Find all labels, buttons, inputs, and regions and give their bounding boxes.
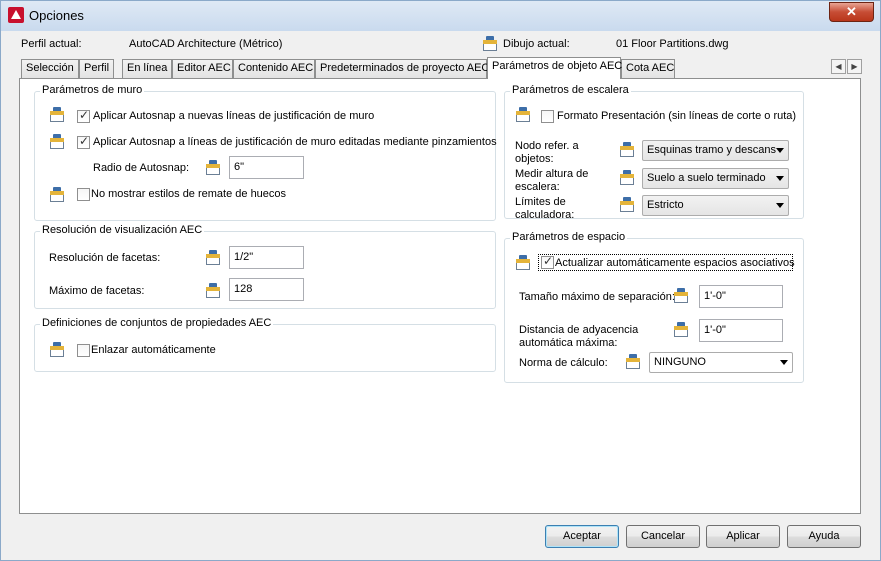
tab-perfil[interactable]: Perfil (79, 59, 114, 78)
space-group: Parámetros de espacio Actualizar automát… (504, 231, 804, 383)
property-sets-title: Definiciones de conjuntos de propiedades… (40, 317, 274, 329)
tab-predeterminados-proyecto[interactable]: Predeterminados de proyecto AEC (315, 59, 489, 78)
calculator-limits-value: Estricto (647, 199, 684, 211)
wall-group: Parámetros de muro Aplicar Autosnap a nu… (34, 84, 497, 221)
apply-button[interactable]: Aplicar (706, 525, 780, 548)
adjacency-distance-label: Distancia de adyacencia automática máxim… (519, 324, 639, 349)
tab-strip: Selección Perfil En línea Editor AEC Con… (9, 57, 873, 79)
display-resolution-title: Resolución de visualización AEC (40, 224, 205, 236)
chevron-down-icon (776, 203, 784, 208)
stair-height-value: Suelo a suelo terminado (647, 172, 766, 184)
auto-update-spaces-checkbox[interactable] (541, 254, 554, 269)
facet-resolution-field[interactable]: 1/2" (229, 246, 304, 269)
autosnap-new-label: Aplicar Autosnap a nuevas líneas de just… (93, 110, 375, 122)
tab-contenido-aec[interactable]: Contenido AEC (233, 59, 315, 78)
stair-height-label: Medir altura de escalera: (515, 168, 589, 193)
hide-opening-styles-label: No mostrar estilos de remate de huecos (91, 188, 287, 200)
display-resolution-group: Resolución de visualización AEC Resoluci… (34, 224, 496, 309)
profile-value: AutoCAD Architecture (Métrico) (129, 38, 283, 50)
presentation-format-checkbox[interactable] (541, 110, 554, 123)
autosnap-radius-label: Radio de Autosnap: (93, 162, 190, 174)
window-title: Opciones (29, 8, 84, 23)
space-group-title: Parámetros de espacio (510, 231, 628, 243)
calculator-limits-label: Límites de calculadora: (515, 196, 575, 221)
dialog-body: Perfil actual: AutoCAD Architecture (Mét… (9, 31, 873, 555)
drawing-setting-icon (619, 142, 635, 158)
tab-scroll-right-icon[interactable]: ▶ (847, 59, 862, 74)
cancel-button[interactable]: Cancelar (626, 525, 700, 548)
adjacency-distance-field[interactable]: 1'-0" (699, 319, 783, 342)
drawing-setting-icon (49, 187, 65, 203)
auto-update-spaces-label: Actualizar automáticamente espacios asoc… (555, 257, 795, 269)
property-sets-group: Definiciones de conjuntos de propiedades… (34, 317, 496, 372)
auto-link-checkbox[interactable] (77, 344, 90, 357)
drawing-setting-icon (49, 342, 65, 358)
ok-button[interactable]: Aceptar (545, 525, 619, 548)
presentation-format-label: Formato Presentación (sin líneas de cort… (557, 110, 797, 122)
drawing-setting-icon (515, 255, 531, 271)
stairs-group: Parámetros de escalera Formato Presentac… (504, 84, 804, 221)
drawing-setting-icon (515, 107, 531, 123)
drawing-setting-icon (49, 107, 65, 123)
drawing-setting-icon (49, 134, 65, 150)
tab-parametros-objeto[interactable]: Parámetros de objeto AEC (487, 57, 622, 79)
drawing-icon (482, 36, 498, 52)
options-dialog: Opciones ✕ Perfil actual: AutoCAD Archit… (0, 0, 881, 561)
drawing-setting-icon (625, 354, 641, 370)
drawing-setting-icon (205, 160, 221, 176)
calculation-standard-select[interactable]: NINGUNO (649, 352, 793, 373)
stairs-group-title: Parámetros de escalera (510, 84, 631, 96)
node-osnap-value: Esquinas tramo y descans (647, 144, 777, 156)
autosnap-new-checkbox[interactable] (77, 108, 90, 123)
title-bar: Opciones ✕ (1, 1, 880, 31)
drawing-setting-icon (619, 170, 635, 186)
facet-resolution-label: Resolución de facetas: (49, 252, 161, 264)
drawing-setting-icon (673, 322, 689, 338)
autocad-logo-icon (8, 7, 24, 23)
tab-panel: Parámetros de muro Aplicar Autosnap a nu… (19, 78, 861, 514)
chevron-down-icon (776, 148, 784, 153)
stair-height-select[interactable]: Suelo a suelo terminado (642, 168, 789, 189)
tab-cota-aec[interactable]: Cota AEC (621, 59, 675, 78)
drawing-setting-icon (619, 197, 635, 213)
drawing-value: 01 Floor Partitions.dwg (616, 38, 729, 50)
facet-max-label: Máximo de facetas: (49, 285, 145, 297)
profile-label: Perfil actual: (21, 38, 82, 50)
chevron-down-icon (776, 176, 784, 181)
node-osnap-select[interactable]: Esquinas tramo y descans (642, 140, 789, 161)
drawing-label: Dibujo actual: (503, 38, 570, 50)
drawing-setting-icon (205, 283, 221, 299)
calculator-limits-select[interactable]: Estricto (642, 195, 789, 216)
tab-seleccion[interactable]: Selección (21, 59, 79, 78)
autosnap-grip-checkbox[interactable] (77, 134, 90, 149)
autosnap-grip-label: Aplicar Autosnap a líneas de justificaci… (93, 136, 497, 148)
chevron-down-icon (780, 360, 788, 365)
calculation-standard-label: Norma de cálculo: (519, 357, 608, 369)
tab-scroll-left-icon[interactable]: ◀ (831, 59, 846, 74)
max-gap-label: Tamaño máximo de separación: (519, 291, 675, 303)
help-button[interactable]: Ayuda (787, 525, 861, 548)
drawing-setting-icon (205, 250, 221, 266)
autosnap-radius-field[interactable]: 6" (229, 156, 304, 179)
tab-editor-aec[interactable]: Editor AEC (172, 59, 233, 78)
auto-link-label: Enlazar automáticamente (91, 344, 216, 356)
calculation-standard-value: NINGUNO (654, 356, 706, 368)
wall-group-title: Parámetros de muro (40, 84, 145, 96)
tab-en-linea[interactable]: En línea (122, 59, 172, 78)
drawing-setting-icon (673, 288, 689, 304)
close-button[interactable]: ✕ (829, 2, 874, 22)
hide-opening-styles-checkbox[interactable] (77, 188, 90, 201)
max-gap-field[interactable]: 1'-0" (699, 285, 783, 308)
node-osnap-label: Nodo refer. a objetos: (515, 140, 579, 165)
facet-max-field[interactable]: 128 (229, 278, 304, 301)
